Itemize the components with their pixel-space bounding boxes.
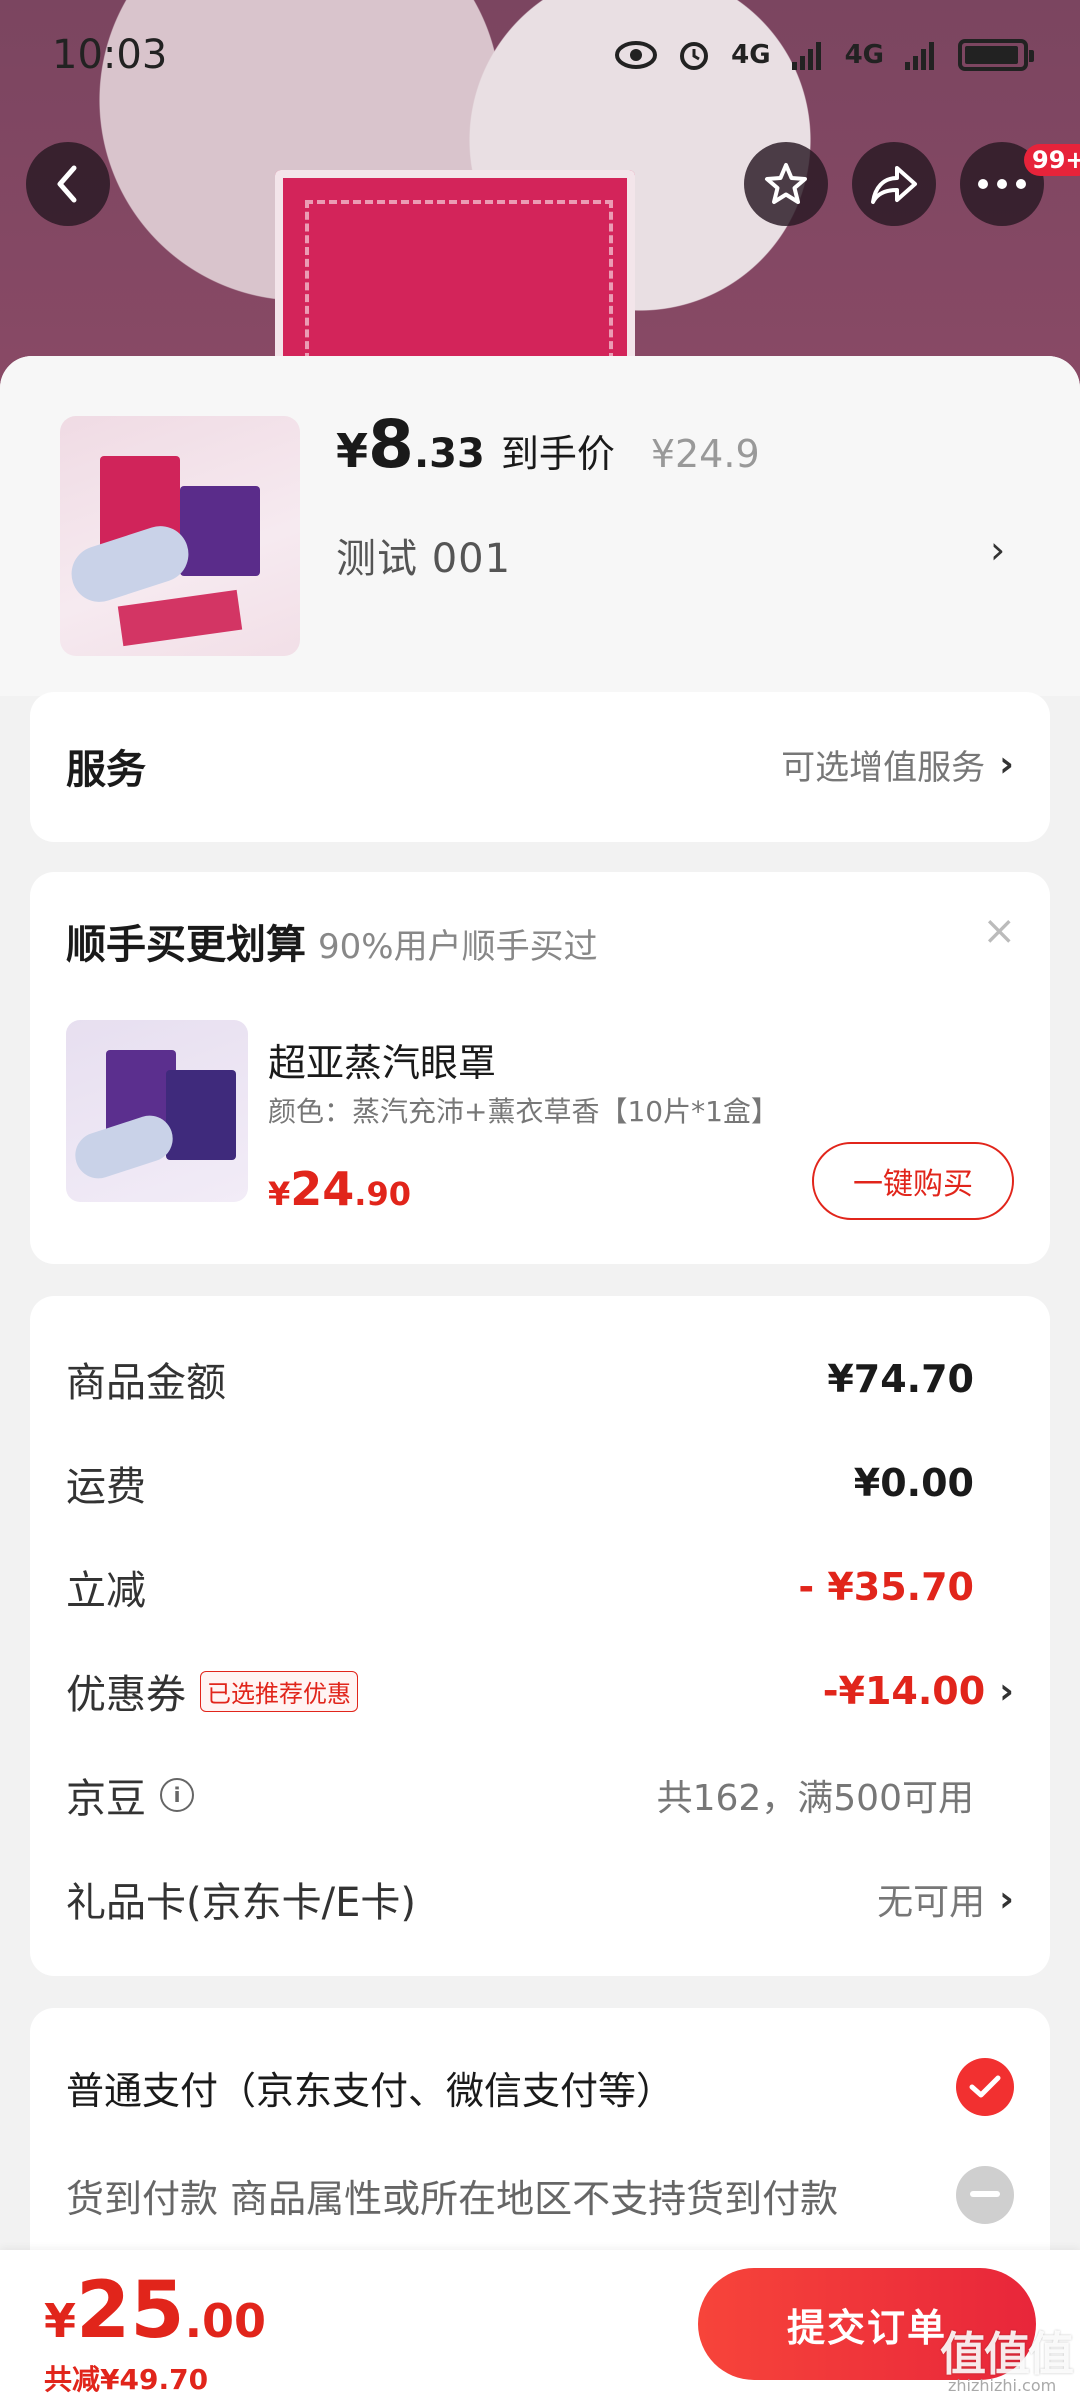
upsell-thumbnail[interactable]	[66, 1020, 248, 1202]
thumb-pack	[117, 589, 243, 647]
summary-label: 运费	[66, 1464, 146, 1510]
chevron-left-icon	[57, 165, 77, 203]
summary-row-shipping: 运费 ¥0.00	[66, 1448, 1014, 1518]
upsell-price-currency: ¥	[268, 1175, 291, 1213]
summary-label: 优惠券	[66, 1672, 186, 1718]
signal-label-1: 4G	[731, 40, 771, 70]
signal-icon-2	[900, 38, 942, 72]
price-line: ¥8.33 到手价 ¥24.9	[336, 406, 760, 483]
upsell-title: 顺手买更划算 90%用户顺手买过	[66, 912, 598, 970]
check-circle-icon[interactable]	[956, 2058, 1014, 2116]
battery-icon	[958, 39, 1034, 71]
summary-value-wrap: - ¥35.70	[798, 1565, 1014, 1609]
selected-spec[interactable]: 测试 001	[336, 526, 511, 584]
summary-label: 礼品卡(京东卡/E卡)	[66, 1880, 416, 1926]
final-price: ¥8.33	[336, 406, 485, 483]
price-integer: 8	[368, 406, 414, 483]
info-icon[interactable]: i	[160, 1778, 194, 1812]
jingdou-label-wrap: 京豆 i	[66, 1766, 194, 1824]
summary-value-wrap[interactable]: -¥14.00 ›	[823, 1669, 1014, 1713]
upsell-item-spec: 颜色：蒸汽充沛+薰衣草香【10片*1盒】	[268, 1095, 779, 1128]
payment-option-normal[interactable]: 普通支付（京东支付、微信支付等）	[66, 2058, 1014, 2116]
summary-value: 无可用	[877, 1882, 986, 1923]
share-icon	[871, 166, 917, 204]
disabled-circle-icon	[956, 2166, 1014, 2224]
upsell-title-text: 顺手买更划算	[66, 922, 306, 968]
coupon-label-wrap: 优惠券 已选推荐优惠	[66, 1662, 358, 1720]
signal-label-2: 4G	[844, 40, 884, 70]
chevron-right-icon: ›	[999, 1878, 1014, 1920]
upsell-item-name[interactable]: 超亚蒸汽眼罩	[268, 1032, 496, 1087]
summary-value-wrap[interactable]: 无可用 ›	[877, 1873, 1014, 1925]
watermark-url: zhizhizhi.com	[948, 2376, 1057, 2395]
product-thumbnail	[60, 416, 300, 656]
spec-chevron-icon[interactable]: ›	[990, 528, 1005, 572]
summary-value-wrap: ¥74.70	[827, 1357, 1014, 1401]
watermark-logo: 值值值	[940, 2327, 1074, 2381]
total-price: ¥25.00	[44, 2266, 266, 2356]
total-integer: 25	[76, 2266, 185, 2356]
service-title: 服务	[66, 747, 146, 793]
upsell-item-price: ¥24.90	[268, 1162, 411, 1216]
summary-label: 商品金额	[66, 1360, 226, 1406]
chevron-right-icon: ›	[999, 744, 1014, 785]
summary-row-goods: 商品金额 ¥74.70	[66, 1344, 1014, 1414]
summary-value-wrap: 共162，满500可用	[657, 1769, 1014, 1821]
status-icons: 4G 4G	[615, 38, 1034, 72]
summary-row-jingdou: 京豆 i 共162，满500可用	[66, 1760, 1014, 1830]
upsell-card: 顺手买更划算 90%用户顺手买过 × 超亚蒸汽眼罩 颜色：蒸汽充沛+薰衣草香【10…	[30, 872, 1050, 1264]
message-badge: 99+	[1024, 144, 1080, 176]
total-saved: 共减¥49.70	[44, 2363, 209, 2396]
thumb-box-purple	[180, 486, 260, 576]
chevron-right-icon: ›	[999, 1670, 1014, 1712]
summary-value: ¥74.70	[827, 1357, 974, 1401]
price-decimal: .33	[413, 431, 485, 477]
summary-value: -¥14.00	[822, 1669, 986, 1713]
share-button[interactable]	[852, 142, 936, 226]
upsell-price-integer: 24	[290, 1162, 355, 1216]
service-right-text: 可选增值服务	[781, 748, 986, 788]
status-bar: 10:03 4G 4G	[0, 0, 1080, 110]
upsell-thumb-box2	[166, 1070, 236, 1160]
total-decimal: .00	[184, 2294, 267, 2348]
payment-cod-label: 货到付款 商品属性或所在地区不支持货到付款	[66, 2176, 839, 2221]
summary-value: - ¥35.70	[798, 1565, 974, 1609]
alarm-icon	[673, 38, 715, 72]
price-currency: ¥	[336, 424, 369, 478]
eye-icon	[615, 38, 658, 72]
upsell-price-decimal: .90	[354, 1175, 411, 1213]
price-label: 到手价	[500, 432, 615, 476]
upsell-close-icon[interactable]: ×	[982, 908, 1016, 954]
more-dots-icon	[978, 179, 1026, 189]
service-options[interactable]: 可选增值服务 ›	[781, 740, 1014, 789]
payment-normal-label: 普通支付（京东支付、微信支付等）	[66, 2068, 675, 2113]
service-card[interactable]: 服务 可选增值服务 ›	[30, 692, 1050, 842]
signal-icon	[787, 38, 829, 72]
coupon-recommended-tag: 已选推荐优惠	[200, 1670, 358, 1712]
original-price: ¥24.9	[650, 432, 760, 476]
checkout-sheet: ¥8.33 到手价 ¥24.9 测试 001 › 服务 可选增值服务 › 顺手买…	[0, 356, 1080, 2400]
summary-label: 立减	[66, 1568, 146, 1614]
total-currency: ¥	[44, 2294, 77, 2348]
product-summary: ¥8.33 到手价 ¥24.9 测试 001 ›	[0, 356, 1080, 696]
one-click-buy-button[interactable]: 一键购买	[812, 1142, 1014, 1220]
summary-value: ¥0.00	[853, 1461, 974, 1505]
order-summary-card: 商品金额 ¥74.70 运费 ¥0.00 立减 - ¥35.70 优惠券 已选推…	[30, 1296, 1050, 1976]
star-icon	[765, 163, 807, 204]
summary-row-coupon[interactable]: 优惠券 已选推荐优惠 -¥14.00 ›	[66, 1656, 1014, 1726]
summary-value: 共162，满500可用	[656, 1778, 974, 1819]
summary-value-wrap: ¥0.00	[854, 1461, 1014, 1505]
upsell-subtitle: 90%用户顺手买过	[318, 927, 598, 967]
favorite-button[interactable]	[744, 142, 828, 226]
summary-label: 京豆	[66, 1776, 146, 1822]
bottom-action-bar: ¥25.00 共减¥49.70 提交订单	[0, 2250, 1080, 2400]
payment-option-cod: 货到付款 商品属性或所在地区不支持货到付款	[66, 2166, 1014, 2224]
back-button[interactable]	[26, 142, 110, 226]
summary-row-discount: 立减 - ¥35.70	[66, 1552, 1014, 1622]
summary-row-giftcard[interactable]: 礼品卡(京东卡/E卡) 无可用 ›	[66, 1864, 1014, 1934]
status-time: 10:03	[52, 32, 168, 78]
